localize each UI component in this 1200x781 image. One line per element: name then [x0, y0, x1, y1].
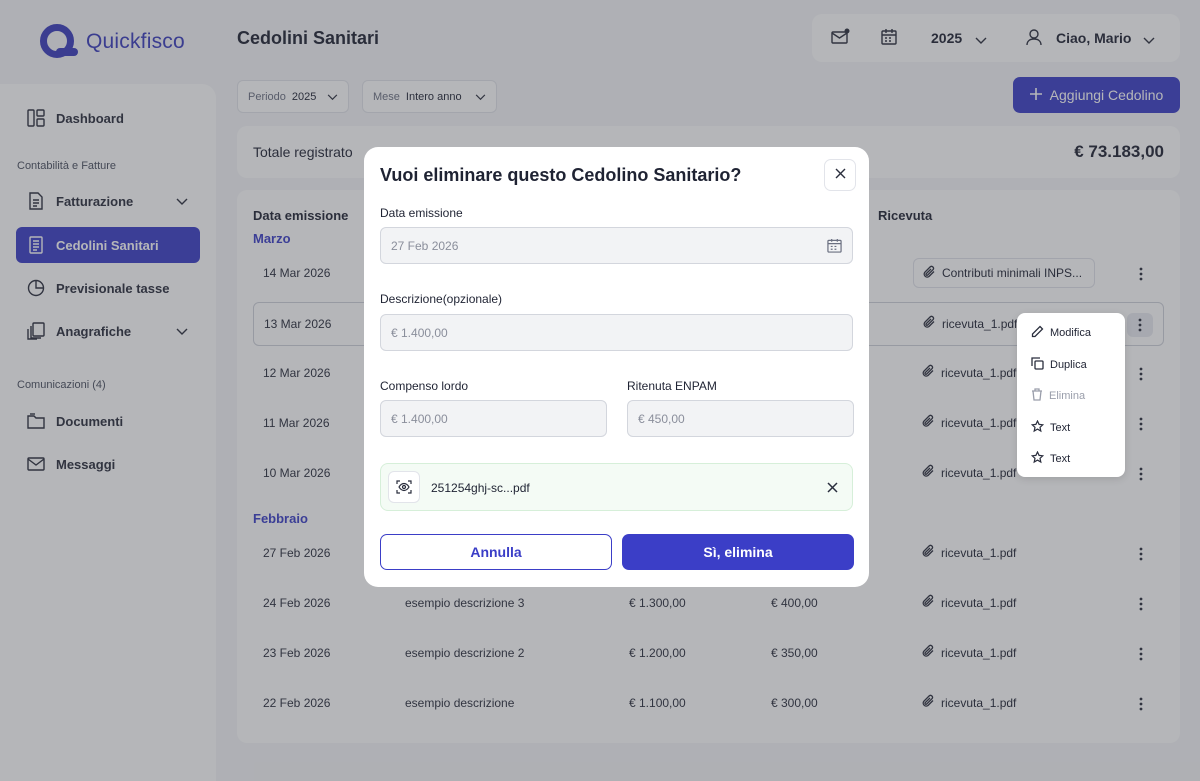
- cancel-button[interactable]: Annulla: [380, 534, 612, 570]
- delete-confirm-modal: Vuoi eliminare questo Cedolino Sanitario…: [364, 147, 869, 587]
- date-label: Data emissione: [380, 206, 463, 220]
- menu-item-duplica[interactable]: Duplica: [1031, 357, 1087, 373]
- trash-icon: [1031, 388, 1043, 404]
- enpam-label: Ritenuta ENPAM: [627, 379, 717, 393]
- copy-icon: [1031, 357, 1044, 373]
- confirm-delete-button[interactable]: Sì, elimina: [622, 534, 854, 570]
- pencil-icon: [1031, 325, 1044, 341]
- modal-title: Vuoi eliminare questo Cedolino Sanitario…: [380, 165, 742, 185]
- menu-item-modifica[interactable]: Modifica: [1031, 325, 1091, 341]
- star-icon: [1030, 450, 1045, 467]
- menu-item-label: Duplica: [1050, 359, 1087, 371]
- remove-file-icon[interactable]: [827, 480, 838, 498]
- menu-item-label: Modifica: [1050, 327, 1091, 339]
- menu-item-label: Text: [1050, 453, 1071, 465]
- menu-item-text-1[interactable]: Text: [1030, 419, 1071, 436]
- menu-item-text-2[interactable]: Text: [1030, 450, 1071, 467]
- enpam-field[interactable]: € 450,00: [627, 400, 854, 437]
- date-field[interactable]: 27 Feb 2026: [380, 227, 853, 264]
- menu-item-label: Text: [1050, 422, 1071, 434]
- description-field[interactable]: € 1.400,00: [380, 314, 853, 351]
- gross-label: Compenso lordo: [380, 379, 469, 393]
- file-name: 251254ghj-sc...pdf: [431, 481, 530, 495]
- calendar-icon[interactable]: [827, 238, 842, 256]
- preview-eye-icon[interactable]: [388, 471, 420, 503]
- row-context-menu: Modifica Duplica Elimina Text Text: [1017, 313, 1125, 477]
- star-icon: [1030, 419, 1045, 436]
- menu-item-elimina[interactable]: Elimina: [1031, 388, 1085, 404]
- description-label: Descrizione(opzionale): [380, 292, 503, 306]
- gross-field[interactable]: € 1.400,00: [380, 400, 607, 437]
- close-icon: [835, 166, 846, 184]
- field-value: € 1.400,00: [391, 412, 448, 426]
- field-value: € 450,00: [638, 412, 685, 426]
- menu-item-label: Elimina: [1049, 390, 1086, 402]
- close-button[interactable]: [824, 159, 856, 191]
- field-value: 27 Feb 2026: [391, 239, 459, 253]
- field-value: € 1.400,00: [391, 326, 448, 340]
- attached-file: 251254ghj-sc...pdf: [380, 463, 853, 511]
